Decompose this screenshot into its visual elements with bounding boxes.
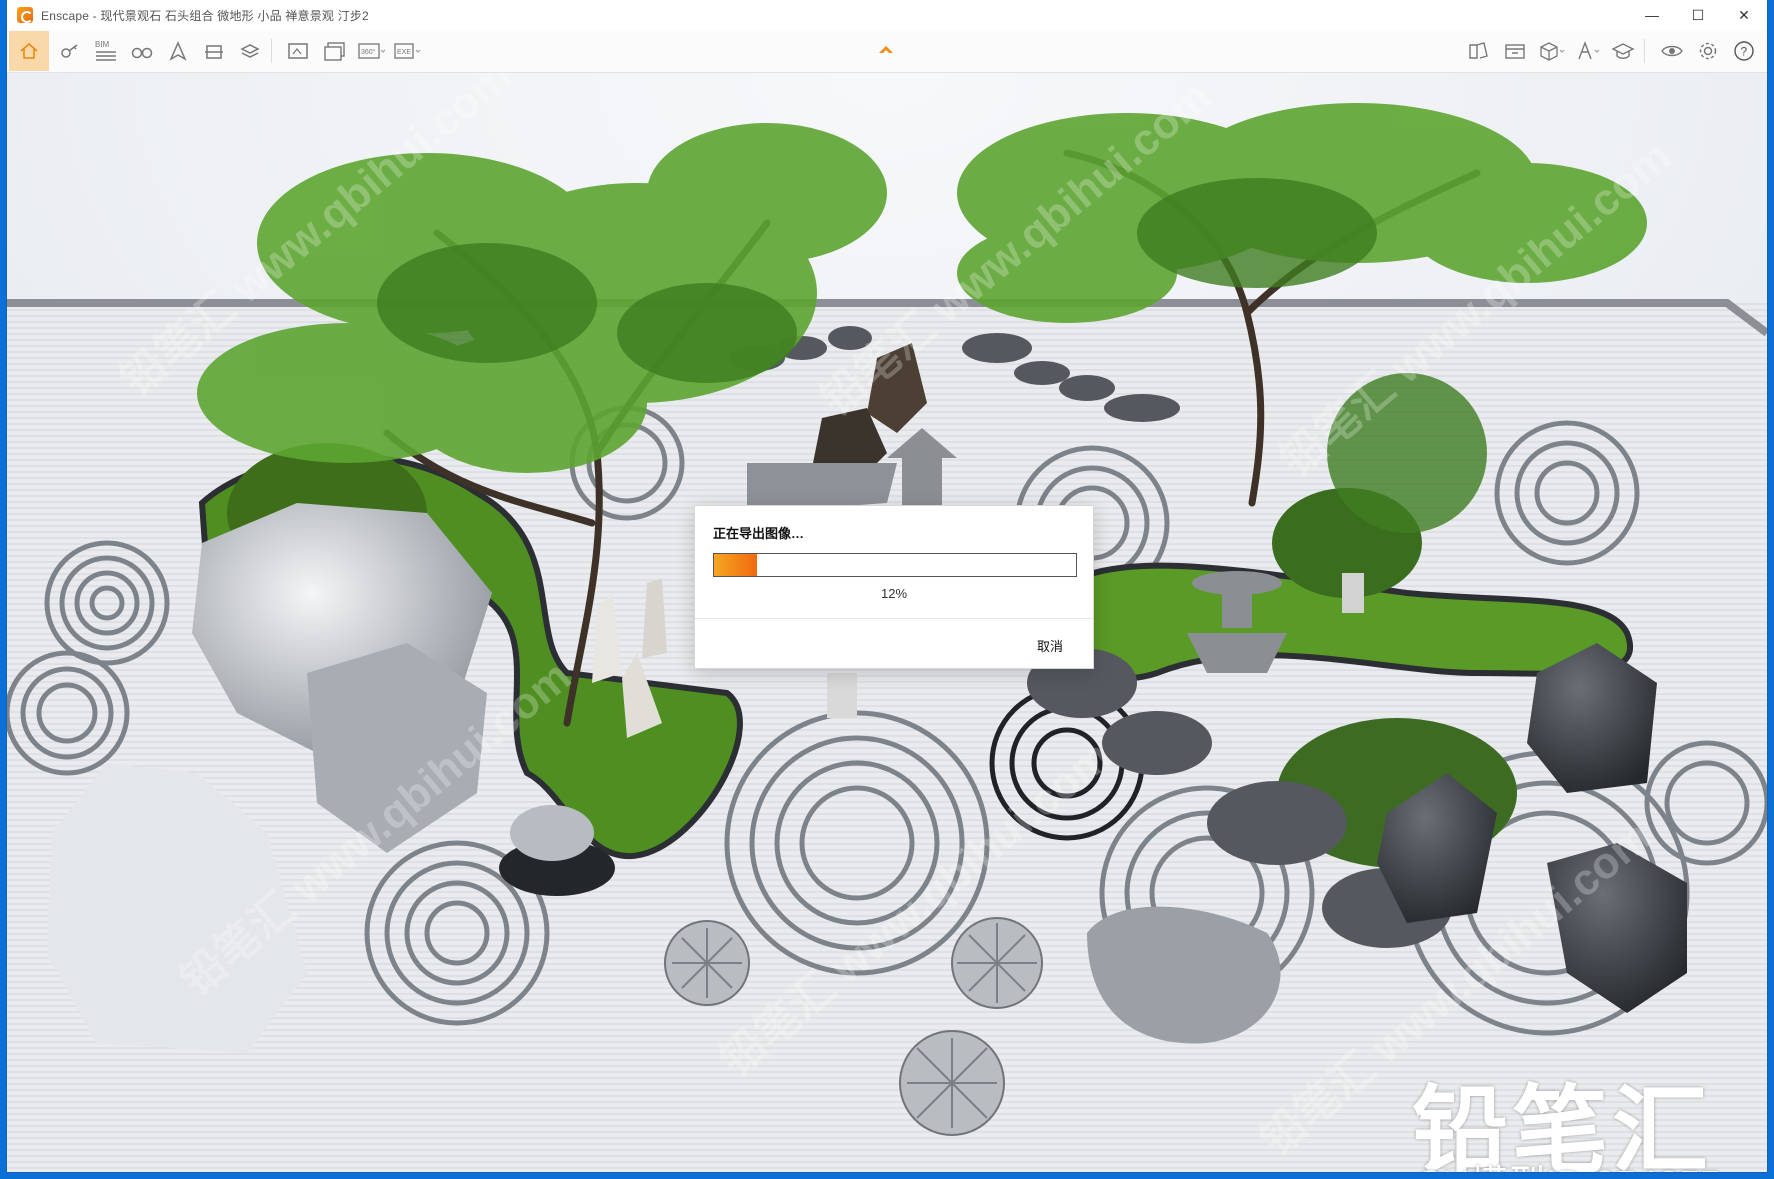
toolbar-separator bbox=[271, 39, 272, 63]
help-label: ? bbox=[1741, 45, 1748, 59]
key-icon bbox=[61, 44, 78, 58]
help-button[interactable]: ? bbox=[1729, 36, 1759, 66]
exe-export-icon: EXE bbox=[394, 43, 421, 59]
binoculars-button[interactable] bbox=[127, 36, 157, 66]
toolbar-separator-right bbox=[1644, 39, 1645, 63]
batch-render-icon bbox=[324, 42, 345, 61]
visual-settings-button[interactable] bbox=[1657, 36, 1687, 66]
title-bar: Enscape - 现代景观石 石头组合 微地形 小品 禅意景观 汀步2 — ☐… bbox=[7, 0, 1767, 30]
home-button[interactable] bbox=[9, 31, 49, 71]
progress-percent: 12% bbox=[880, 586, 908, 601]
hat-icon bbox=[1611, 43, 1635, 59]
maximize-button[interactable]: ☐ bbox=[1675, 0, 1721, 30]
home-icon bbox=[20, 42, 38, 59]
navigation-icon bbox=[169, 41, 187, 61]
document-title: 现代景观石 石头组合 微地形 小品 禅意景观 汀步2 bbox=[100, 8, 369, 23]
dialog-divider bbox=[695, 618, 1093, 619]
views-button[interactable] bbox=[1536, 36, 1566, 66]
help-icon: ? bbox=[1734, 41, 1754, 61]
navigation-button[interactable] bbox=[163, 36, 193, 66]
book-icon bbox=[1469, 42, 1488, 59]
tutorial-button[interactable] bbox=[1608, 36, 1638, 66]
asset-library-button[interactable] bbox=[1464, 36, 1494, 66]
gear-icon bbox=[1699, 42, 1717, 60]
enscape-logo-icon bbox=[17, 7, 33, 23]
close-button[interactable]: ✕ bbox=[1721, 0, 1767, 30]
bim-label: BIM bbox=[95, 40, 110, 49]
exe-label: EXE bbox=[397, 49, 411, 56]
layers-button[interactable] bbox=[235, 36, 265, 66]
screenshot-button[interactable] bbox=[284, 36, 314, 66]
cube-icon bbox=[1540, 42, 1565, 61]
settings-button[interactable] bbox=[1693, 36, 1723, 66]
exe-export-button[interactable]: EXE bbox=[392, 36, 422, 66]
bim-button[interactable]: BIM bbox=[91, 36, 121, 66]
window-controls: — ☐ ✕ bbox=[1629, 0, 1767, 30]
cancel-button[interactable]: 取消 bbox=[1037, 636, 1063, 655]
key-button[interactable] bbox=[55, 36, 85, 66]
panorama-button[interactable]: 360° bbox=[356, 36, 386, 66]
clip-plane-icon bbox=[205, 45, 223, 59]
window-title: Enscape - 现代景观石 石头组合 微地形 小品 禅意景观 汀步2 bbox=[41, 8, 369, 23]
enscape-window: Enscape - 现代景观石 石头组合 微地形 小品 禅意景观 汀步2 — ☐… bbox=[7, 0, 1767, 1172]
layers-icon bbox=[240, 44, 260, 58]
app-name: Enscape bbox=[41, 8, 90, 23]
binoculars-icon bbox=[131, 47, 153, 59]
visual-settings-icon bbox=[1661, 45, 1683, 57]
export-progress-bar bbox=[713, 553, 1077, 577]
dialog-title: 正在导出图像… bbox=[713, 526, 805, 541]
minimize-button[interactable]: — bbox=[1629, 0, 1675, 30]
panorama-360-icon: 360° bbox=[358, 43, 385, 59]
compass-button[interactable] bbox=[1572, 36, 1602, 66]
pano-label: 360° bbox=[361, 48, 376, 56]
archive-icon bbox=[1505, 44, 1525, 59]
bim-list-icon: BIM bbox=[95, 40, 116, 61]
material-editor-button[interactable] bbox=[1500, 36, 1530, 66]
clip-plane-button[interactable] bbox=[199, 36, 229, 66]
screenshot-export-icon bbox=[288, 43, 308, 59]
export-progress-dialog: 正在导出图像… 12% 取消 bbox=[694, 505, 1094, 669]
progress-fill bbox=[714, 554, 758, 576]
compass-icon bbox=[1578, 41, 1600, 60]
batch-render-button[interactable] bbox=[320, 36, 350, 66]
